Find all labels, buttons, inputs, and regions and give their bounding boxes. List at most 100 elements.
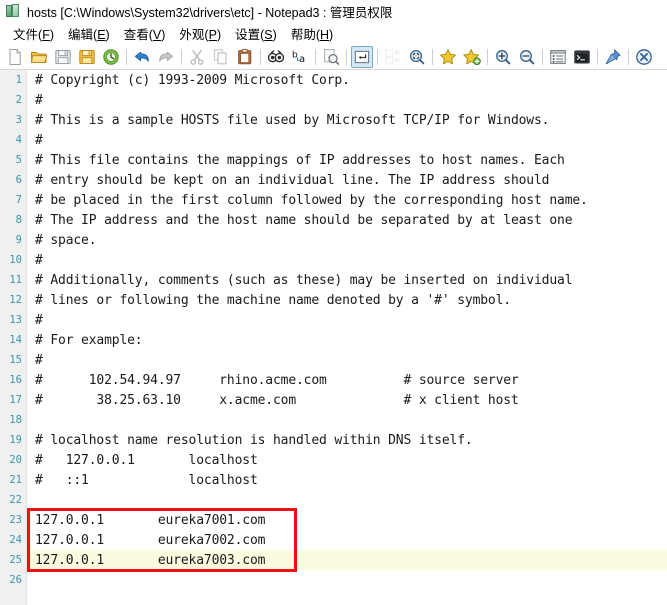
editor-line[interactable]: 20 # 127.0.0.1 localhost — [0, 450, 667, 470]
add-bookmark-icon[interactable] — [461, 46, 483, 68]
word-wrap-icon[interactable] — [382, 46, 404, 68]
svg-text:a: a — [299, 54, 305, 65]
editor-line[interactable]: 5 # This file contains the mappings of IP… — [0, 150, 667, 170]
line-text[interactable]: # space. — [27, 233, 97, 248]
line-text[interactable]: # 127.0.0.1 localhost — [27, 453, 258, 468]
new-file-icon[interactable] — [4, 46, 26, 68]
menu-item-edit[interactable]: 编辑(E) — [61, 23, 117, 44]
console-icon[interactable] — [571, 46, 593, 68]
line-text[interactable]: # entry should be kept on an individual … — [27, 173, 549, 188]
toolbar-separator-2 — [181, 48, 182, 65]
find-icon[interactable] — [265, 46, 287, 68]
line-text[interactable]: # be placed in the first column followed… — [27, 193, 588, 208]
zoom-in-icon[interactable] — [492, 46, 514, 68]
exit-icon[interactable] — [633, 46, 655, 68]
title-bar: hosts [C:\Windows\System32\drivers\etc] … — [0, 0, 667, 22]
cut-icon[interactable] — [186, 46, 208, 68]
line-number: 2 — [15, 94, 22, 106]
line-text[interactable]: 127.0.0.1 eureka7002.com — [27, 533, 265, 548]
line-number: 9 — [15, 234, 22, 246]
line-text[interactable]: # — [27, 253, 43, 268]
editor-lines: 1 # Copyright (c) 1993-2009 Microsoft Cor… — [0, 70, 667, 590]
line-text[interactable]: # lines or following the machine name de… — [27, 293, 511, 308]
menu-item-file[interactable]: 文件(F) — [6, 23, 61, 44]
copy-icon[interactable] — [210, 46, 232, 68]
line-number: 22 — [9, 494, 22, 506]
toolbar-separator-9 — [542, 48, 543, 65]
editor-line[interactable]: 7 # be placed in the first column followe… — [0, 190, 667, 210]
line-text[interactable]: # 38.25.63.10 x.acme.com # x client host — [27, 393, 519, 408]
line-text[interactable]: # — [27, 313, 43, 328]
line-text[interactable]: 127.0.0.1 eureka7003.com — [27, 553, 265, 568]
menu-item-help[interactable]: 帮助(H) — [284, 23, 340, 44]
line-text[interactable]: # 102.54.94.97 rhino.acme.com # source s… — [27, 373, 519, 388]
line-text[interactable]: # — [27, 133, 43, 148]
editor-line[interactable]: 12 # lines or following the machine name … — [0, 290, 667, 310]
line-number: 8 — [15, 214, 22, 226]
menu-item-settings[interactable]: 设置(S) — [228, 23, 284, 44]
replace-icon[interactable]: ba — [289, 46, 311, 68]
zoom-selection-icon[interactable] — [406, 46, 428, 68]
paste-icon[interactable] — [234, 46, 256, 68]
menu-item-label: 编辑 — [68, 27, 94, 42]
editor-line[interactable]: 13 # — [0, 310, 667, 330]
editor-line[interactable]: 26 — [0, 570, 667, 590]
line-text[interactable]: # This is a sample HOSTS file used by Mi… — [27, 113, 549, 128]
editor-line[interactable]: 17 # 38.25.63.10 x.acme.com # x client ho… — [0, 390, 667, 410]
menu-item-label: 帮助 — [290, 27, 316, 42]
editor-line[interactable]: 4 # — [0, 130, 667, 150]
editor-line[interactable]: 16 # 102.54.94.97 rhino.acme.com # source… — [0, 370, 667, 390]
find-next-icon[interactable] — [320, 46, 342, 68]
line-number: 26 — [9, 574, 22, 586]
editor-line[interactable]: 18 — [0, 410, 667, 430]
line-text[interactable]: # — [27, 93, 43, 108]
editor-line[interactable]: 21 # ::1 localhost — [0, 470, 667, 490]
line-text[interactable]: 127.0.0.1 eureka7001.com — [27, 513, 265, 528]
editor-line[interactable]: 19 # localhost name resolution is handled… — [0, 430, 667, 450]
always-on-top-pin-icon[interactable] — [602, 46, 624, 68]
editor-line[interactable]: 14 # For example: — [0, 330, 667, 350]
show-whitespace-eol-icon[interactable] — [351, 45, 373, 68]
editor-line[interactable]: 6 # entry should be kept on an individual… — [0, 170, 667, 190]
line-number: 19 — [9, 434, 22, 446]
editor-line[interactable]: 2 # — [0, 90, 667, 110]
revert-file-icon[interactable] — [100, 46, 122, 68]
menu-item-label: 查看 — [123, 27, 149, 42]
editor-line[interactable]: 11 # Additionally, comments (such as thes… — [0, 270, 667, 290]
toolbar-separator-7 — [432, 48, 433, 65]
menu-bar: 文件(F) 编辑(E) 查看(V) 外观(P) 设置(S) 帮助(H) — [0, 22, 667, 44]
toolbar-separator-11 — [628, 48, 629, 65]
line-text[interactable]: # For example: — [27, 333, 143, 348]
editor-line[interactable]: 22 — [0, 490, 667, 510]
editor-line[interactable]: 15 # — [0, 350, 667, 370]
editor-line[interactable]: 24 127.0.0.1 eureka7002.com — [0, 530, 667, 550]
line-text[interactable]: # localhost name resolution is handled w… — [27, 433, 473, 448]
line-number: 10 — [9, 254, 22, 266]
line-text[interactable]: # ::1 localhost — [27, 473, 258, 488]
editor-line[interactable]: 9 # space. — [0, 230, 667, 250]
editor-line[interactable]: 3 # This is a sample HOSTS file used by M… — [0, 110, 667, 130]
menu-item-appearance[interactable]: 外观(P) — [172, 23, 228, 44]
line-text[interactable]: # The IP address and the host name shoul… — [27, 213, 573, 228]
editor-line[interactable]: 23 127.0.0.1 eureka7001.com — [0, 510, 667, 530]
zoom-out-icon[interactable] — [516, 46, 538, 68]
line-number: 15 — [9, 354, 22, 366]
menu-item-view[interactable]: 查看(V) — [117, 23, 173, 44]
editor-line[interactable]: 8 # The IP address and the host name shou… — [0, 210, 667, 230]
editor-line[interactable]: 25 127.0.0.1 eureka7003.com — [0, 550, 667, 570]
line-text[interactable]: # Copyright (c) 1993-2009 Microsoft Corp… — [27, 73, 350, 88]
schemes-icon[interactable] — [547, 46, 569, 68]
undo-icon[interactable] — [131, 46, 153, 68]
save-as-icon[interactable] — [76, 46, 98, 68]
editor-line[interactable]: 10 # — [0, 250, 667, 270]
line-text[interactable]: # Additionally, comments (such as these)… — [27, 273, 573, 288]
save-icon[interactable] — [52, 46, 74, 68]
line-text[interactable]: # This file contains the mappings of IP … — [27, 153, 565, 168]
open-file-icon[interactable] — [28, 46, 50, 68]
text-editor-area[interactable]: 1 # Copyright (c) 1993-2009 Microsoft Cor… — [0, 70, 667, 605]
line-text[interactable]: # — [27, 353, 43, 368]
redo-icon[interactable] — [155, 46, 177, 68]
menu-item-label: 外观 — [179, 27, 205, 42]
bookmark-icon[interactable] — [437, 46, 459, 68]
editor-line[interactable]: 1 # Copyright (c) 1993-2009 Microsoft Cor… — [0, 70, 667, 90]
